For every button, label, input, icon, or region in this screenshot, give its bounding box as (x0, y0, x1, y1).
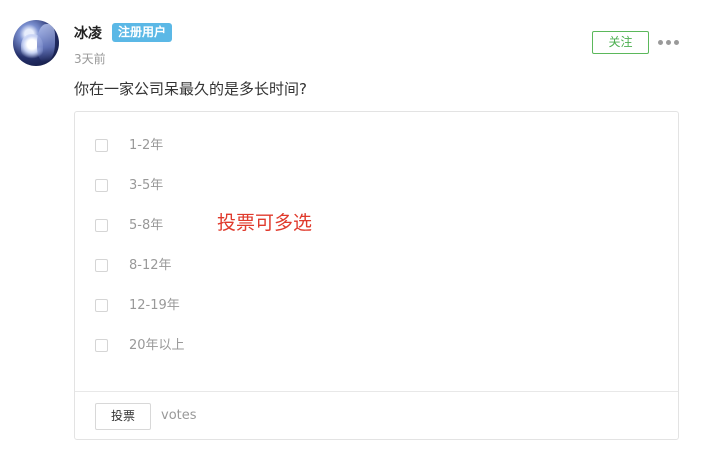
poll-footer: 投票 votes (75, 391, 678, 439)
user-role-badge: 注册用户 (112, 23, 173, 42)
option-checkbox[interactable] (95, 299, 108, 312)
follow-button[interactable]: 关注 (592, 31, 649, 54)
post-card: 冰凌 注册用户 3天前 关注 你在一家公司呆最久的是多长时间? 1-2年 3-5… (0, 0, 703, 455)
votes-count-label: votes (161, 408, 197, 423)
post-timestamp: 3天前 (74, 52, 106, 66)
option-label: 1-2年 (129, 138, 164, 153)
option-label: 20年以上 (129, 338, 185, 353)
username[interactable]: 冰凌 (74, 23, 102, 43)
option-label: 8-12年 (129, 258, 172, 273)
more-dot (666, 40, 671, 45)
option-label: 12-19年 (129, 298, 180, 313)
option-label: 3-5年 (129, 178, 164, 193)
poll-box: 1-2年 3-5年 5-8年 8-12年 12-19年 20年以上 投票可多选 … (74, 111, 679, 440)
avatar[interactable] (13, 20, 59, 66)
option-checkbox[interactable] (95, 139, 108, 152)
more-dot (658, 40, 663, 45)
option-checkbox[interactable] (95, 339, 108, 352)
poll-question: 你在一家公司呆最久的是多长时间? (74, 80, 307, 98)
more-horizontal-icon[interactable] (658, 40, 680, 46)
multi-select-note: 投票可多选 (217, 212, 313, 234)
option-checkbox[interactable] (95, 259, 108, 272)
option-checkbox[interactable] (95, 219, 108, 232)
vote-button[interactable]: 投票 (95, 403, 151, 430)
option-label: 5-8年 (129, 218, 164, 233)
option-checkbox[interactable] (95, 179, 108, 192)
more-dot (674, 40, 679, 45)
avatar-figure (37, 24, 55, 62)
